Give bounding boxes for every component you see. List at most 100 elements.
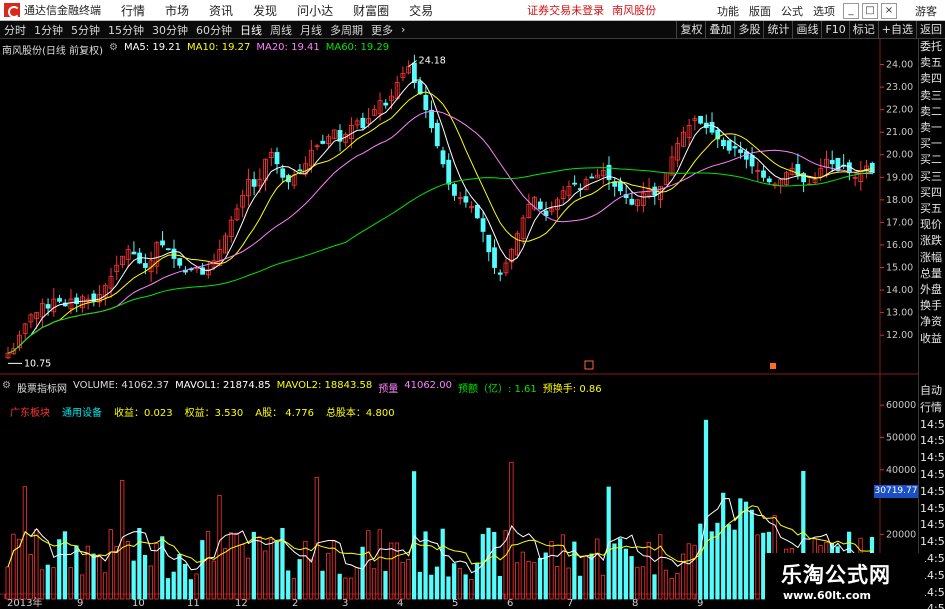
side-panel-item[interactable]: 换手 <box>919 298 945 314</box>
indicator-gear-icon[interactable]: ⚙ <box>2 380 11 395</box>
menu-item-trade[interactable]: 交易 <box>399 2 443 19</box>
period-tab-monthly[interactable]: 月线 <box>296 22 326 38</box>
toolbar-draw-button[interactable]: 画线 <box>792 21 821 39</box>
side-panel-item[interactable]: 买五 <box>919 201 945 217</box>
candle-body <box>423 94 429 111</box>
period-tab-60min[interactable]: 60分钟 <box>192 22 236 38</box>
volume-bar <box>732 529 737 600</box>
side-panel-item[interactable]: 买一 <box>919 136 945 152</box>
toolbar-add-watchlist-button[interactable]: +自选 <box>877 21 916 39</box>
volume-bar <box>595 538 600 600</box>
volume-bar <box>286 570 291 600</box>
volume-bar <box>680 553 686 600</box>
side-panel-item[interactable]: 总量 <box>919 266 945 282</box>
current-stock-name: 南风股份 <box>612 4 657 17</box>
menu-options[interactable]: 选项 <box>808 3 840 19</box>
candle-body <box>434 122 440 147</box>
watermark-title: 乐淘公式网 <box>781 563 891 587</box>
volume-bar <box>400 561 405 600</box>
menu-item-news[interactable]: 资讯 <box>199 2 243 19</box>
side-panel-item[interactable]: 买二 <box>919 152 945 168</box>
volume-bar <box>291 578 297 600</box>
menu-layout[interactable]: 版面 <box>744 3 776 19</box>
candle-body <box>463 196 469 203</box>
predict-turnover: 预换手: 0.86 <box>542 384 602 395</box>
toolbar-adjust-button[interactable]: 复权 <box>676 21 705 39</box>
minimize-icon[interactable]: _ <box>843 2 859 19</box>
period-tab-more[interactable]: 更多 <box>367 22 397 38</box>
volume-bar <box>120 479 125 600</box>
menu-item-discover[interactable]: 发现 <box>243 2 287 19</box>
side-panel-item[interactable]: 卖三 <box>919 88 945 104</box>
toolbar-stats-button[interactable]: 统计 <box>763 21 792 39</box>
volume-tick-label: 50000 <box>886 432 916 443</box>
toolbar-overlay-button[interactable]: 叠加 <box>705 21 734 39</box>
period-tab-weekly[interactable]: 周线 <box>266 22 296 38</box>
period-tab-daily[interactable]: 日线 <box>236 22 266 38</box>
more-chevron-icon[interactable]: › <box>397 23 409 36</box>
kline-chart-area[interactable]: 24.00 23.00 22.00 21.00 20.00 19.00 18.00 17.00… <box>0 39 918 609</box>
side-panel-item[interactable]: 委托 <box>919 39 945 55</box>
volume-bar <box>97 556 102 600</box>
toolbar-f10-button[interactable]: F10 <box>821 21 848 39</box>
period-tab-30min[interactable]: 30分钟 <box>148 22 192 38</box>
menu-item-wealth[interactable]: 财富圈 <box>343 2 399 19</box>
menu-item-quotes[interactable]: 行情 <box>111 2 155 19</box>
volume-bar <box>245 557 251 600</box>
login-alert[interactable]: 证券交易未登录 <box>523 2 608 18</box>
period-tab-intraday[interactable]: 分时 <box>0 22 30 38</box>
volume-bar <box>646 541 651 600</box>
volume-bar <box>652 574 657 600</box>
settings-gear-icon[interactable]: ⚙ <box>109 42 118 57</box>
volume-bar <box>349 577 354 600</box>
candle-body <box>360 117 366 129</box>
side-panel-item[interactable]: 卖二 <box>919 104 945 120</box>
side-panel-item[interactable]: 卖一 <box>919 120 945 136</box>
eps-label: 收益：0.023 <box>114 408 173 419</box>
period-tab-1min[interactable]: 1分钟 <box>30 22 67 38</box>
candle-body <box>589 176 595 179</box>
period-tab-multi[interactable]: 多周期 <box>326 22 367 38</box>
ma60-label: MA60: 19.29 <box>325 42 390 53</box>
candle-body <box>629 198 635 205</box>
side-panel-item[interactable]: 净资 <box>919 314 945 330</box>
volume-bar <box>228 532 234 600</box>
volume-bar <box>11 533 16 600</box>
chart-canvas[interactable]: 24.00 23.00 22.00 21.00 20.00 19.00 18.00 17.00… <box>0 39 918 609</box>
period-tab-5min[interactable]: 5分钟 <box>67 22 104 38</box>
period-tab-15min[interactable]: 15分钟 <box>104 22 148 38</box>
candle-body <box>738 149 744 153</box>
side-panel-item[interactable]: 卖五 <box>919 55 945 71</box>
side-panel-item[interactable]: 收益 <box>919 331 945 347</box>
side-panel-item[interactable]: 现价 <box>919 217 945 233</box>
menu-formula[interactable]: 公式 <box>776 3 808 19</box>
side-panel-item[interactable]: 外盘 <box>919 282 945 298</box>
volume-bar <box>429 574 434 600</box>
menu-item-market[interactable]: 市场 <box>155 2 199 19</box>
side-panel-item[interactable]: 卖四 <box>919 71 945 87</box>
volume-bar <box>240 544 245 600</box>
toolbar-mark-button[interactable]: 标记 <box>848 21 878 39</box>
candle-body <box>165 248 171 251</box>
menu-function[interactable]: 功能 <box>712 3 744 19</box>
toolbar-multi-stock-button[interactable]: 多股 <box>734 21 763 39</box>
close-icon[interactable]: × <box>881 2 897 19</box>
volume-bar <box>480 534 485 600</box>
volume-bar <box>703 419 709 600</box>
side-panel-item[interactable]: 买四 <box>919 185 945 201</box>
volume-bar <box>589 553 594 600</box>
guest-label[interactable]: 游客 <box>915 3 937 19</box>
side-panel-item[interactable]: 涨跌 <box>919 233 945 249</box>
volume-bar <box>560 534 566 600</box>
side-panel-item[interactable]: 买三 <box>919 169 945 185</box>
volume-bar <box>434 566 440 600</box>
menu-bar: 通达信金融终端 行情 市场 资讯 发现 问小达 财富圈 交易 证券交易未登录 南… <box>0 0 945 21</box>
side-panel-item[interactable]: 涨幅 <box>919 250 945 266</box>
total-shares-label: 总股本：4.800 <box>325 408 395 419</box>
menu-item-ask[interactable]: 问小达 <box>287 2 343 19</box>
time-tick-label: 9 <box>77 598 83 609</box>
candle-body <box>726 140 732 151</box>
maximize-icon[interactable]: □ <box>862 2 878 19</box>
toolbar-back-button[interactable]: 返回 <box>916 21 945 39</box>
volume-bar <box>549 540 554 600</box>
